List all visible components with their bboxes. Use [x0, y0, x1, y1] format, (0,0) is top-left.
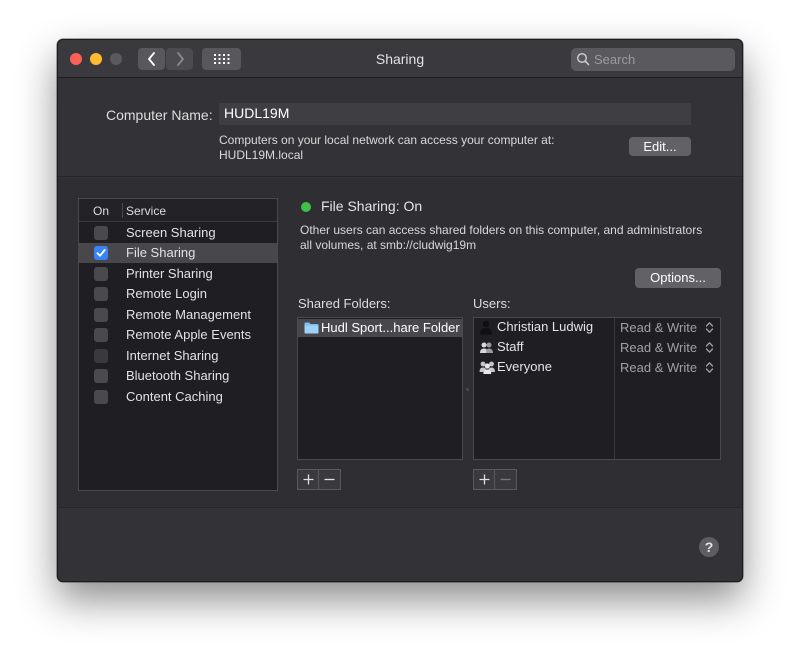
service-checkbox[interactable] — [94, 308, 108, 322]
service-checkbox[interactable] — [94, 246, 108, 260]
checkmark-icon — [96, 249, 106, 257]
local-hostname: HUDL19M.local — [219, 148, 304, 162]
service-row-content-caching[interactable]: Content Caching — [79, 387, 277, 407]
service-checkbox[interactable] — [94, 328, 108, 342]
service-label: Internet Sharing — [126, 348, 219, 363]
up-down-arrows-icon[interactable] — [705, 321, 714, 334]
add-user-button[interactable] — [473, 469, 495, 490]
user-name: Christian Ludwig — [497, 319, 594, 334]
service-row-bluetooth-sharing[interactable]: Bluetooth Sharing — [79, 366, 277, 386]
service-label: Bluetooth Sharing — [126, 368, 230, 383]
sharing-window: Sharing Search Computer Name: HUDL19M Co… — [57, 39, 743, 582]
remove-user-button[interactable] — [495, 469, 517, 490]
sharing-description: Other users can access shared folders on… — [300, 223, 720, 253]
everyone-icon — [479, 361, 495, 374]
user-permission[interactable]: Read & Write — [620, 320, 697, 335]
service-row-remote-management[interactable]: Remote Management — [79, 305, 277, 325]
service-list: On Service Screen Sharing File Sharing P… — [78, 198, 278, 491]
service-label: Screen Sharing — [126, 225, 216, 240]
users-add-remove — [473, 469, 517, 490]
service-checkbox[interactable] — [94, 267, 108, 281]
service-label: Remote Login — [126, 286, 207, 301]
user-row-staff[interactable]: Staff Read & Write — [474, 338, 720, 358]
header-service: Service — [126, 204, 167, 218]
status-indicator — [301, 202, 311, 212]
service-pane: On Service Screen Sharing File Sharing P… — [58, 178, 742, 508]
add-shared-folder-button[interactable] — [297, 469, 319, 490]
service-row-internet-sharing[interactable]: Internet Sharing — [79, 346, 277, 366]
description-line1: Other users can access shared folders on… — [300, 223, 703, 237]
shared-folder-name: Hudl Sport...hare Folder — [321, 320, 460, 335]
service-label: Remote Management — [126, 307, 252, 322]
service-label: Printer Sharing — [126, 266, 213, 281]
service-row-printer-sharing[interactable]: Printer Sharing — [79, 264, 277, 284]
user-name: Everyone — [497, 359, 552, 374]
search-icon — [576, 52, 590, 66]
edit-button[interactable]: Edit... — [629, 137, 691, 156]
service-row-file-sharing[interactable]: File Sharing — [79, 243, 277, 263]
shared-folders-list: Hudl Sport...hare Folder — [297, 317, 463, 460]
single-user-icon — [480, 320, 492, 335]
plus-icon — [303, 474, 313, 485]
service-label: File Sharing — [126, 245, 196, 260]
computer-name-value: HUDL19M — [224, 105, 290, 121]
user-row-everyone[interactable]: Everyone Read & Write — [474, 358, 720, 378]
service-checkbox[interactable] — [94, 390, 108, 404]
computer-name-info: Computers on your local network can acce… — [219, 133, 554, 163]
user-permission[interactable]: Read & Write — [620, 340, 697, 355]
plus-icon — [479, 474, 489, 485]
service-checkbox[interactable] — [94, 287, 108, 301]
service-checkbox[interactable] — [94, 226, 108, 240]
shared-folders-label: Shared Folders: — [298, 296, 391, 311]
search-field[interactable]: Search — [571, 48, 735, 71]
options-button[interactable]: Options... — [635, 268, 721, 288]
remove-shared-folder-button[interactable] — [319, 469, 341, 490]
computer-name-field[interactable]: HUDL19M — [219, 103, 691, 125]
user-permission[interactable]: Read & Write — [620, 360, 697, 375]
splitter-handle[interactable] — [466, 388, 469, 391]
users-label: Users: — [473, 296, 511, 311]
shared-folders-add-remove — [297, 469, 341, 490]
user-name: Staff — [497, 339, 524, 354]
title-bar: Sharing Search — [58, 40, 742, 78]
shared-folder-row[interactable]: Hudl Sport...hare Folder — [298, 319, 462, 337]
service-list-header: On Service — [79, 199, 277, 222]
user-row-christian-ludwig[interactable]: Christian Ludwig Read & Write — [474, 318, 720, 338]
header-divider — [122, 203, 123, 218]
minus-icon — [324, 478, 335, 481]
header-on: On — [93, 204, 110, 218]
computer-name-section: Computer Name: HUDL19M Computers on your… — [58, 79, 742, 177]
service-checkbox — [94, 349, 108, 363]
search-placeholder: Search — [594, 52, 636, 67]
service-label: Content Caching — [126, 389, 223, 404]
status-text: File Sharing: On — [321, 198, 423, 214]
service-row-remote-login[interactable]: Remote Login — [79, 284, 277, 304]
group-icon — [480, 342, 493, 353]
folder-icon — [304, 322, 319, 334]
users-list: Christian Ludwig Read & Write Staff Read… — [473, 317, 721, 460]
service-row-screen-sharing[interactable]: Screen Sharing — [79, 223, 277, 243]
help-button[interactable]: ? — [699, 537, 719, 557]
service-row-remote-apple-events[interactable]: Remote Apple Events — [79, 325, 277, 345]
up-down-arrows-icon[interactable] — [705, 361, 714, 374]
minus-icon — [500, 478, 511, 481]
computer-name-label: Computer Name: — [106, 107, 213, 123]
service-label: Remote Apple Events — [126, 327, 252, 342]
description-line2: all volumes, at smb://cludwig19m — [300, 238, 477, 252]
up-down-arrows-icon[interactable] — [705, 341, 714, 354]
computer-name-info-line1: Computers on your local network can acce… — [219, 133, 555, 147]
service-checkbox[interactable] — [94, 369, 108, 383]
